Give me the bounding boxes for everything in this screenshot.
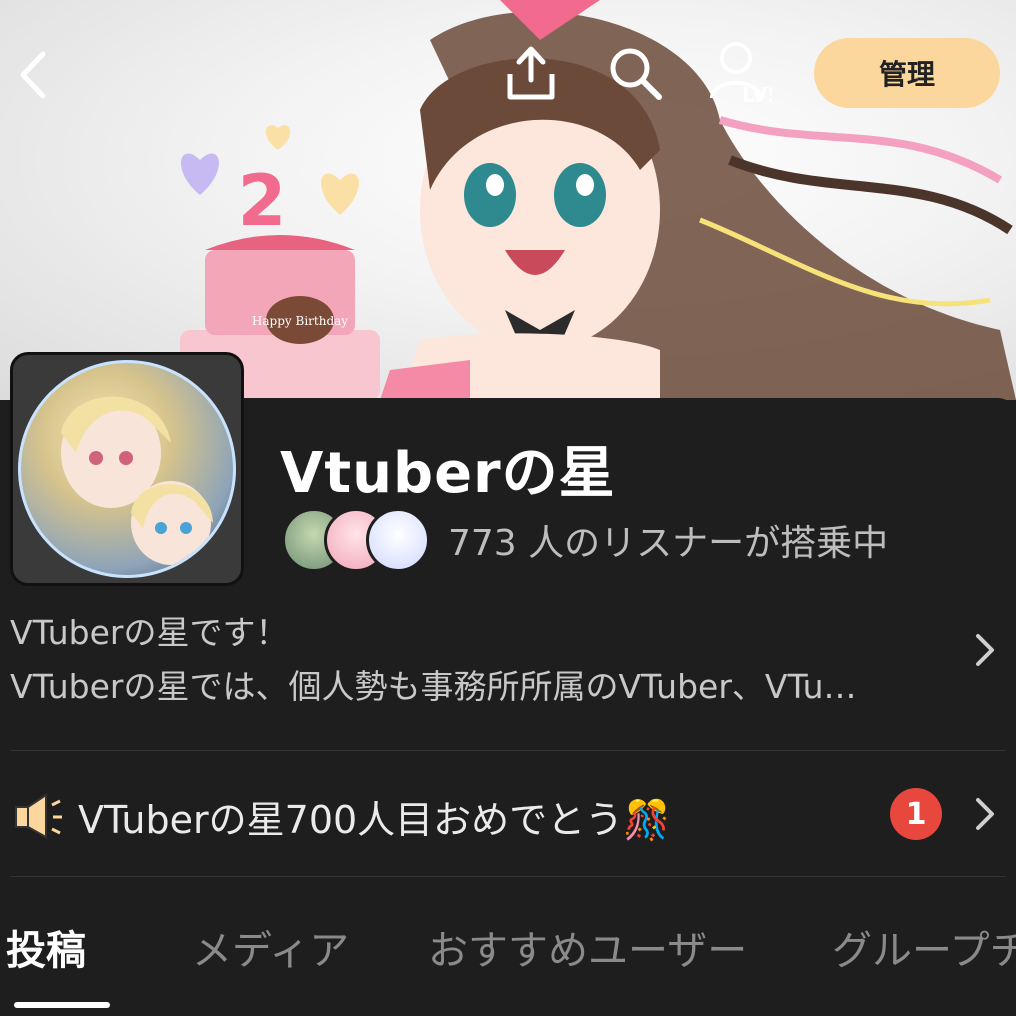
back-icon xyxy=(20,51,46,99)
group-avatar[interactable] xyxy=(10,352,244,586)
megaphone-icon xyxy=(15,793,62,839)
search-button[interactable] xyxy=(604,42,666,104)
description-chevron-icon[interactable] xyxy=(972,630,996,680)
group-avatar-image xyxy=(18,360,236,578)
tab-group-chat[interactable]: グループチ xyxy=(832,918,1016,976)
cover-banner: Happy Birthday 2 LV 管理 xyxy=(0,0,1016,400)
notification-badge: 1 xyxy=(890,788,942,840)
announcement-text: VTuberの星700人目おめでとう🎊 xyxy=(78,797,671,842)
listeners-row[interactable]: 773 人のリスナーが搭乗中 xyxy=(282,508,888,572)
manage-button[interactable]: 管理 xyxy=(814,38,1000,108)
announcement-row[interactable]: VTuberの星700人目おめでとう🎊 xyxy=(10,778,1006,854)
active-tab-indicator xyxy=(14,1002,110,1008)
share-icon xyxy=(507,46,555,100)
search-icon xyxy=(610,48,662,100)
back-button[interactable] xyxy=(8,40,58,110)
listener-avatar xyxy=(366,508,430,572)
tab-media[interactable]: メディア xyxy=(192,918,349,976)
top-nav-bar: LV5 管理 xyxy=(0,0,1016,140)
divider xyxy=(10,750,1006,751)
cake-number: 2 xyxy=(238,160,287,242)
listeners-count-text: 773 人のリスナーが搭乗中 xyxy=(448,523,889,564)
group-description[interactable]: VTuberの星です！ VTuberの星では、個人勢も事務所所属のVTuber、… xyxy=(10,606,950,714)
tab-posts[interactable]: 投稿 xyxy=(6,918,86,976)
user-level-icon: LV5 xyxy=(710,42,772,107)
announcement-chevron-icon[interactable] xyxy=(972,794,996,844)
description-line-2: VTuberの星では、個人勢も事務所所属のVTuber、VTu… xyxy=(10,667,857,706)
avatar-illustration xyxy=(61,396,213,565)
tab-bar: 投稿 メディア おすすめユーザー グループチ xyxy=(0,908,1016,1016)
user-level-button[interactable]: LV5 xyxy=(706,38,772,108)
divider xyxy=(10,876,1006,877)
user-level-text: LV5 xyxy=(742,83,772,107)
group-title: Vtuberの星 xyxy=(280,441,616,506)
tab-recommended-users[interactable]: おすすめユーザー xyxy=(428,918,747,976)
description-line-1: VTuberの星です！ xyxy=(10,613,289,652)
cake-text: Happy Birthday xyxy=(252,314,348,328)
share-button[interactable] xyxy=(500,42,562,104)
